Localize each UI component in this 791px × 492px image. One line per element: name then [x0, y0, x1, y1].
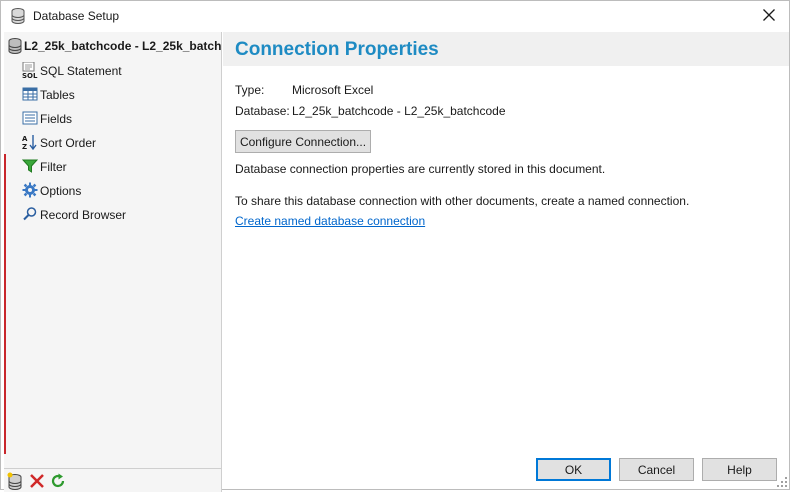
delete-x-icon[interactable] [28, 472, 46, 490]
connection-properties-panel: Connection Properties Type: Microsoft Ex… [223, 32, 789, 489]
create-named-connection-link[interactable]: Create named database connection [235, 214, 425, 228]
nav-item-tables[interactable]: Tables [22, 85, 212, 103]
refresh-icon[interactable] [49, 472, 67, 490]
gear-icon [22, 182, 38, 198]
resize-grip-icon[interactable] [777, 477, 787, 487]
nav-item-label: Filter [40, 160, 67, 174]
page-title: Connection Properties [235, 39, 439, 60]
pane-edge-highlight [4, 154, 6, 454]
database-label: Database: [235, 104, 290, 118]
nav-item-label: Record Browser [40, 208, 127, 222]
share-info-text: To share this database connection with o… [235, 194, 690, 208]
configure-connection-button[interactable]: Configure Connection... [235, 130, 371, 153]
nav-item-sort-order[interactable]: A Z Sort Order [22, 133, 212, 151]
table-icon [22, 87, 38, 101]
window-title: Database Setup [33, 9, 120, 23]
title-bar: Database Setup [1, 1, 789, 31]
tree-root-label: L2_25k_batchcode - L2_25k_batchcode [24, 39, 222, 53]
nav-item-label: Sort Order [40, 136, 97, 150]
magnifier-icon [23, 207, 37, 221]
nav-item-label: Options [40, 184, 82, 198]
nav-item-label: Fields [40, 112, 73, 126]
nav-item-sql-statement[interactable]: SQL SQL Statement [22, 61, 212, 79]
database-value: L2_25k_batchcode - L2_25k_batchcode [292, 104, 506, 118]
sql-icon: SQL [22, 62, 38, 78]
type-value: Microsoft Excel [292, 83, 374, 97]
type-label: Type: [235, 83, 265, 97]
ok-button[interactable]: OK [536, 458, 611, 481]
svg-text:SQL: SQL [22, 72, 38, 78]
fields-icon [22, 111, 38, 125]
svg-text:A: A [22, 135, 28, 143]
new-database-icon[interactable] [6, 472, 24, 490]
help-button[interactable]: Help [702, 458, 777, 481]
nav-item-label: SQL Statement [40, 64, 122, 78]
filter-funnel-icon [22, 159, 38, 173]
nav-item-label: Tables [40, 88, 75, 102]
sort-az-icon: A Z [22, 135, 37, 150]
database-icon [11, 8, 25, 24]
database-setup-window: Database Setup L2_25k_batchcode - L2_25k… [0, 0, 790, 492]
nav-item-fields[interactable]: Fields [22, 109, 212, 127]
panel-header: Connection Properties [223, 32, 789, 66]
tree-root-connection[interactable]: L2_25k_batchcode - L2_25k_batchcode [4, 38, 221, 54]
database-icon [8, 38, 22, 54]
close-button[interactable] [749, 1, 789, 31]
nav-item-filter[interactable]: Filter [22, 157, 212, 175]
close-icon[interactable] [763, 9, 775, 21]
nav-item-record-browser[interactable]: Record Browser [22, 205, 212, 223]
nav-item-options[interactable]: Options [22, 181, 212, 199]
stored-info-text: Database connection properties are curre… [235, 162, 606, 176]
navigation-pane: L2_25k_batchcode - L2_25k_batchcode SQL … [4, 32, 222, 468]
svg-text:Z: Z [22, 143, 27, 150]
navigation-toolbar [4, 468, 222, 492]
cancel-button[interactable]: Cancel [619, 458, 694, 481]
